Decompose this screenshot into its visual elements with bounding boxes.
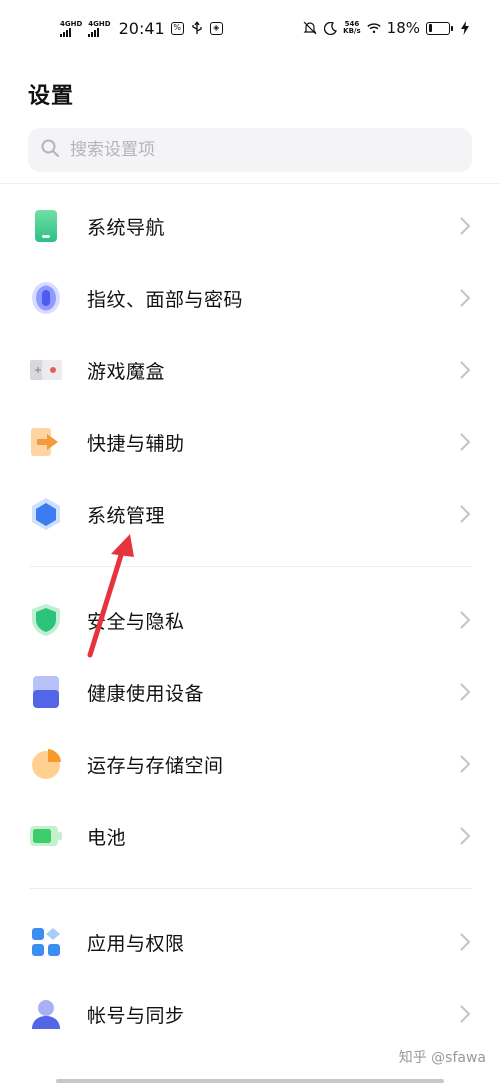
phone-navigation-icon — [30, 210, 62, 242]
status-right: 546 KB/s 18% — [303, 19, 472, 37]
chevron-right-icon — [458, 610, 472, 630]
account-user-icon — [30, 998, 62, 1030]
battery-status-icon — [426, 21, 453, 35]
clock: 20:41 — [118, 18, 165, 38]
group-divider — [30, 566, 472, 567]
game-box-icon — [30, 354, 62, 386]
network-speed: 546 KB/s — [343, 20, 361, 35]
health-device-icon — [30, 676, 62, 708]
mute-bell-icon — [303, 21, 317, 35]
chevron-right-icon — [458, 682, 472, 702]
chevron-right-icon — [458, 932, 472, 952]
settings-item-apps-permissions[interactable]: 应用与权限 — [0, 906, 500, 978]
settings-item-label: 应用与权限 — [87, 932, 185, 955]
usb-icon — [190, 21, 204, 35]
chevron-right-icon — [458, 826, 472, 846]
wifi-icon — [366, 21, 381, 35]
settings-item-system-management[interactable]: 系统管理 — [0, 478, 500, 550]
search-input[interactable] — [70, 140, 450, 160]
settings-item-label: 游戏魔盒 — [87, 360, 166, 383]
settings-item-battery[interactable]: 电池 — [0, 800, 500, 872]
chevron-right-icon — [458, 432, 472, 452]
chevron-right-icon — [458, 504, 472, 524]
divider — [0, 183, 500, 184]
network-type-1: 4GHD — [60, 19, 83, 28]
home-indicator[interactable] — [56, 1079, 444, 1083]
apps-grid-icon — [30, 926, 62, 958]
settings-item-label: 系统管理 — [87, 504, 166, 527]
settings-item-label: 帐号与同步 — [87, 1004, 185, 1027]
chevron-right-icon — [458, 360, 472, 380]
settings-item-label: 安全与隐私 — [87, 610, 185, 633]
battery-icon — [30, 820, 62, 852]
signal-2-icon: 4GHD — [88, 19, 111, 37]
fingerprint-icon — [30, 282, 62, 314]
system-hexagon-icon — [30, 498, 62, 530]
chevron-right-icon — [458, 754, 472, 774]
search-icon — [40, 138, 60, 163]
signal-1-icon: 4GHD — [60, 20, 82, 37]
settings-item-system-navigation[interactable]: 系统导航 — [0, 190, 500, 262]
moon-icon — [323, 21, 337, 35]
search-bar[interactable] — [28, 128, 472, 172]
status-left: 4GHD 4GHD 20:41 % ◈ — [60, 19, 223, 38]
battery-percent: 18% — [386, 19, 420, 37]
settings-item-fingerprint-face-password[interactable]: 指纹、面部与密码 — [0, 262, 500, 334]
status-bar: 4GHD 4GHD 20:41 % ◈ 546 KB/s 18% — [0, 0, 500, 56]
settings-item-label: 系统导航 — [87, 216, 166, 239]
watermark: 知乎 @sfawa — [398, 1050, 486, 1066]
group-divider — [30, 888, 472, 889]
settings-item-account-sync[interactable]: 帐号与同步 — [0, 978, 500, 1050]
settings-item-label: 指纹、面部与密码 — [87, 288, 244, 311]
settings-item-label: 运存与存储空间 — [87, 754, 224, 777]
settings-item-healthy-device-usage[interactable]: 健康使用设备 — [0, 656, 500, 728]
settings-item-shortcuts-accessibility[interactable]: 快捷与辅助 — [0, 406, 500, 478]
shield-icon — [30, 604, 62, 636]
settings-item-game-box[interactable]: 游戏魔盒 — [0, 334, 500, 406]
page-title: 设置 — [28, 84, 75, 109]
settings-item-label: 快捷与辅助 — [87, 432, 185, 455]
charging-bolt-icon — [458, 21, 472, 35]
network-type-2: 4GHD — [88, 19, 111, 28]
settings-item-label: 健康使用设备 — [87, 682, 205, 705]
chevron-right-icon — [458, 1004, 472, 1024]
settings-item-label: 电池 — [87, 826, 127, 849]
app-notification-icon: ◈ — [209, 21, 223, 35]
chevron-right-icon — [458, 288, 472, 308]
hd-voice-icon: % — [170, 21, 184, 35]
storage-pie-icon — [30, 748, 62, 780]
chevron-right-icon — [458, 216, 472, 236]
settings-item-security-privacy[interactable]: 安全与隐私 — [0, 584, 500, 656]
settings-item-ram-storage[interactable]: 运存与存储空间 — [0, 728, 500, 800]
battery-indicator — [426, 21, 472, 35]
shortcut-arrow-icon — [30, 426, 62, 458]
